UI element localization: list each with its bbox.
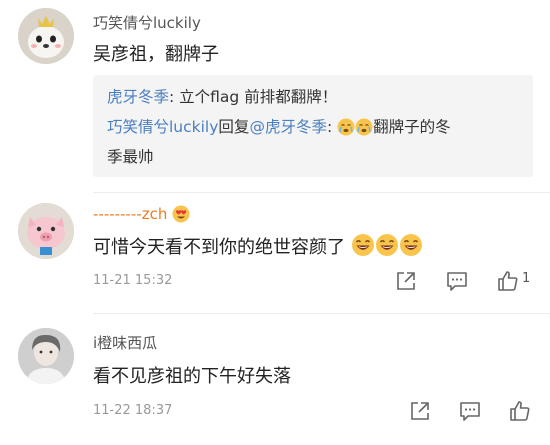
avatar-pig-icon	[18, 203, 74, 259]
comment-button[interactable]	[445, 269, 469, 293]
comment-2: ---------zch 可惜今天看不到你的绝世容颜了 11-21 15:32 …	[0, 193, 550, 315]
comment-timestamp: 11-21 15:32	[93, 273, 173, 288]
reply-mention-link[interactable]: @虎牙冬季	[249, 118, 327, 136]
crying-emoji-icon	[355, 118, 373, 140]
comment-text: 看不见彦祖的下午好失落	[93, 366, 291, 387]
comment-username[interactable]: ---------zch	[93, 205, 190, 227]
crying-emoji-icon	[337, 118, 355, 140]
thumbs-up-icon	[498, 271, 518, 291]
comment-1: 巧笑倩兮luckily 吴彦祖，翻牌子 虎牙冬季: 立个flag 前排都翻牌！ …	[0, 0, 550, 195]
reply-line-2: 巧笑倩兮luckily回复@虎牙冬季: 翻牌子的冬	[107, 115, 451, 140]
comment-username[interactable]: 巧笑倩兮luckily	[93, 12, 201, 33]
reply-text: : 立个flag 前排都翻牌！	[169, 88, 338, 106]
share-button[interactable]	[408, 399, 432, 423]
thumbs-up-icon	[510, 401, 530, 421]
avatar[interactable]	[18, 8, 74, 64]
reply-verb: 回复	[218, 118, 250, 136]
comment-text-content: 可惜今天看不到你的绝世容颜了	[93, 237, 345, 258]
laughing-emoji-icon	[375, 233, 399, 262]
reply-line-3: 季最帅	[107, 148, 154, 166]
reply-author-link[interactable]: 虎牙冬季	[107, 88, 169, 106]
avatar-photo-icon	[18, 328, 74, 384]
comment-button[interactable]	[458, 399, 482, 423]
avatar-dog-icon	[18, 8, 74, 64]
laughing-emoji-icon	[399, 233, 423, 262]
comment-timestamp: 11-22 18:37	[93, 403, 173, 418]
reply-author-link[interactable]: 巧笑倩兮luckily	[107, 118, 218, 136]
comment-icon	[460, 402, 480, 421]
share-icon	[397, 272, 415, 290]
like-count: 1	[522, 271, 531, 286]
avatar[interactable]	[18, 328, 74, 384]
username-text: ---------zch	[93, 205, 168, 223]
comment-icon	[447, 272, 467, 291]
share-icon	[411, 402, 429, 420]
heart-eyes-emoji-icon	[172, 205, 190, 227]
laughing-emoji-icon	[351, 233, 375, 262]
comment-text: 吴彦祖，翻牌子	[93, 44, 219, 65]
reply-text: 翻牌子的冬	[373, 118, 451, 136]
reply-preview[interactable]: 虎牙冬季: 立个flag 前排都翻牌！ 巧笑倩兮luckily回复@虎牙冬季: …	[93, 75, 533, 177]
comment-3: i橙味西瓜 看不见彦祖的下午好失落 11-22 18:37	[0, 314, 550, 445]
reply-colon: :	[326, 118, 333, 136]
like-button[interactable]	[496, 269, 520, 293]
reply-line-1: 虎牙冬季: 立个flag 前排都翻牌！	[107, 85, 337, 107]
comment-text: 可惜今天看不到你的绝世容颜了	[93, 233, 423, 262]
avatar[interactable]	[18, 203, 74, 259]
comment-username[interactable]: i橙味西瓜	[93, 332, 157, 353]
like-button[interactable]	[508, 399, 532, 423]
share-button[interactable]	[394, 269, 418, 293]
